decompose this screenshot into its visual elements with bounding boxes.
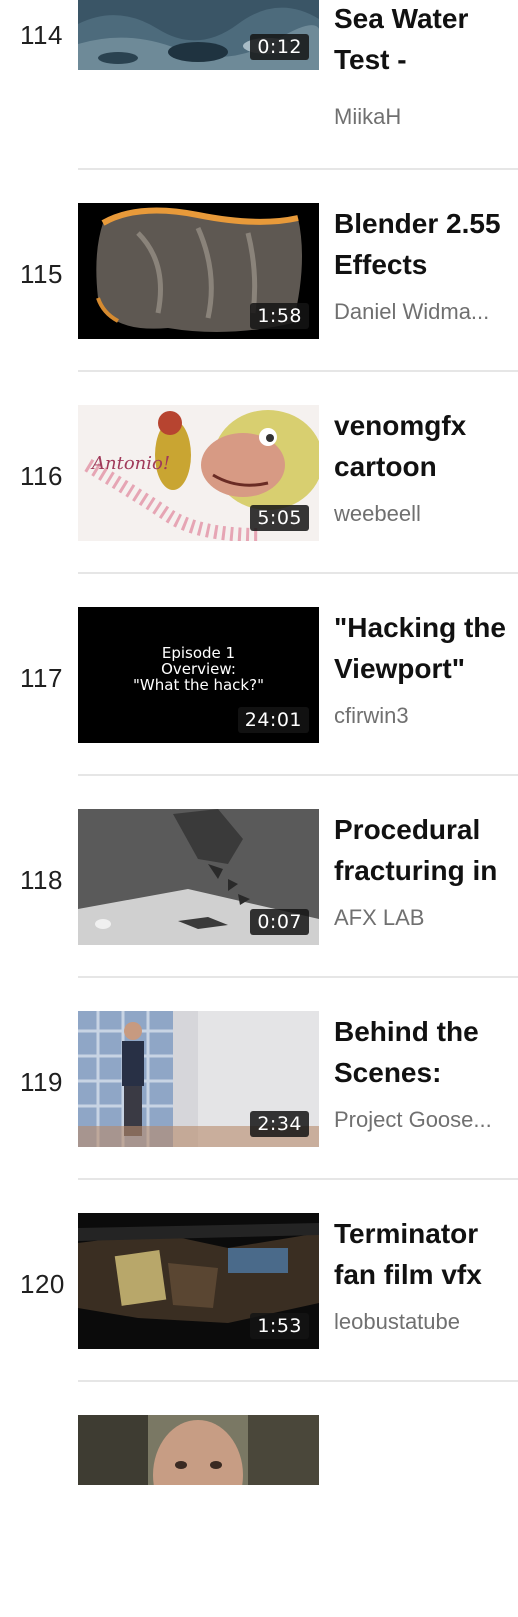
- video-duration: 5:05: [250, 505, 309, 531]
- video-thumbnail[interactable]: Episode 1 Overview: "What the hack?" 24:…: [78, 607, 319, 743]
- video-duration: 1:58: [250, 303, 309, 329]
- video-index: 114: [20, 20, 63, 50]
- video-title[interactable]: Procedural fracturing in: [334, 809, 518, 891]
- video-title[interactable]: venomgfx cartoon: [334, 405, 494, 487]
- video-item-117[interactable]: 117 Episode 1 Overview: "What the hack?"…: [0, 607, 518, 809]
- video-index: 117: [20, 663, 63, 693]
- video-channel[interactable]: AFX LAB: [334, 905, 510, 931]
- video-index: 119: [20, 1067, 63, 1097]
- video-duration: 24:01: [237, 707, 309, 733]
- video-item-next[interactable]: [0, 1415, 518, 1617]
- divider: [78, 976, 518, 978]
- video-channel[interactable]: MiikaH: [334, 104, 510, 130]
- video-duration: 2:34: [250, 1111, 309, 1137]
- video-channel[interactable]: Project Goose...: [334, 1107, 510, 1133]
- video-duration: 0:12: [250, 34, 309, 60]
- video-duration: 0:07: [250, 909, 309, 935]
- divider: [78, 1380, 518, 1382]
- video-item-116[interactable]: 116 Antonio! 5:05 venomgfx cartoon weebe…: [0, 405, 518, 607]
- video-index: 116: [20, 461, 63, 491]
- video-duration: 1:53: [250, 1313, 309, 1339]
- video-title[interactable]: Terminator fan film vfx: [334, 1213, 518, 1295]
- video-index: 120: [20, 1269, 65, 1299]
- video-channel[interactable]: weebeell: [334, 501, 510, 527]
- video-title[interactable]: Blender 2.55 Effects: [334, 203, 518, 285]
- video-item-120[interactable]: 120 1:53 Terminator fan film vfx leobust…: [0, 1213, 518, 1415]
- divider: [78, 572, 518, 574]
- video-thumbnail[interactable]: [78, 1415, 319, 1485]
- video-thumbnail[interactable]: 2:34: [78, 1011, 319, 1147]
- video-thumbnail[interactable]: 1:53: [78, 1213, 319, 1349]
- video-channel[interactable]: Daniel Widma...: [334, 299, 510, 325]
- video-item-115[interactable]: 115 1:58 Blender 2.55 Effects Daniel Wid…: [0, 203, 518, 405]
- svg-text:Antonio!: Antonio!: [90, 453, 170, 474]
- video-thumbnail[interactable]: 1:58: [78, 203, 319, 339]
- video-title[interactable]: Sea Water Test -: [334, 0, 514, 80]
- video-thumbnail[interactable]: 0:07: [78, 809, 319, 945]
- video-item-114[interactable]: 114 0:12 Sea Water Test - MiikaH: [0, 0, 518, 136]
- video-index: 118: [20, 865, 63, 895]
- video-title[interactable]: "Hacking the Viewport": [334, 607, 518, 689]
- divider: [78, 370, 518, 372]
- next-video-thumbnail-image: [78, 1415, 319, 1485]
- video-channel[interactable]: cfirwin3: [334, 703, 510, 729]
- video-thumbnail[interactable]: Antonio! 5:05: [78, 405, 319, 541]
- video-title[interactable]: Behind the Scenes:: [334, 1011, 518, 1093]
- video-item-119[interactable]: 119 2:34 Behind the Scenes: Project Goos…: [0, 1011, 518, 1213]
- divider: [78, 168, 518, 170]
- video-thumbnail[interactable]: 0:12: [78, 0, 319, 70]
- video-channel[interactable]: leobustatube: [334, 1309, 510, 1335]
- divider: [78, 774, 518, 776]
- video-index: 115: [20, 259, 63, 289]
- thumbnail-overlay-text: Episode 1 Overview: "What the hack?": [133, 644, 264, 694]
- divider: [78, 1178, 518, 1180]
- video-item-118[interactable]: 118 0:07 Procedural fracturing in AFX LA…: [0, 809, 518, 1011]
